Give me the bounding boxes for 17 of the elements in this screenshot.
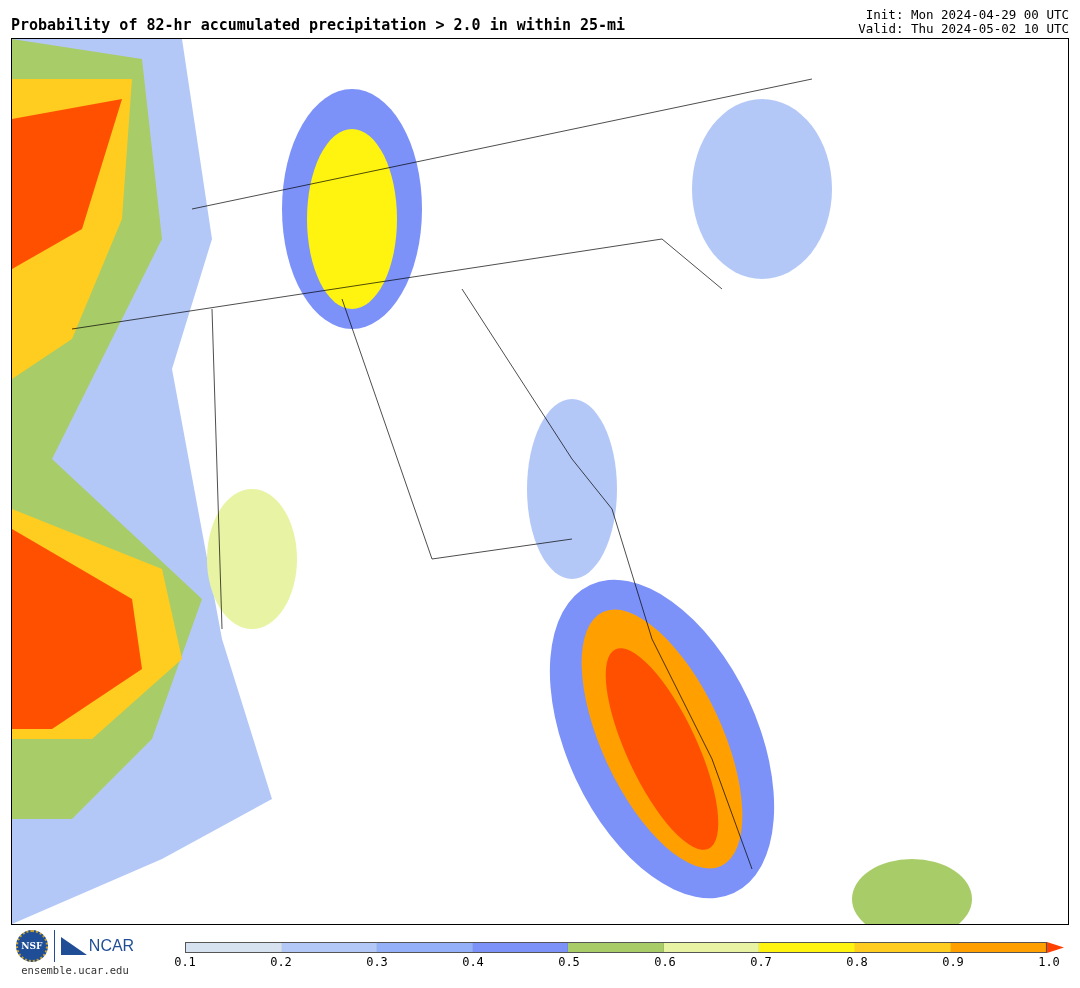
ncar-logo-icon — [60, 937, 87, 955]
tick-label: 0.9 — [941, 955, 965, 969]
init-time: Init: Mon 2024-04-29 00 UTC — [865, 8, 1069, 22]
tick-label: 0.7 — [749, 955, 773, 969]
tick-label: 0.5 — [557, 955, 581, 969]
ncar-logo-text: NCAR — [88, 937, 135, 955]
tick-label: 0.6 — [653, 955, 677, 969]
tick-label: 0.3 — [365, 955, 389, 969]
tick-label: 0.2 — [269, 955, 293, 969]
nsf-logo: NSF — [15, 930, 48, 962]
valid-time: Valid: Thu 2024-05-02 10 UTC — [858, 22, 1069, 36]
tick-label: 0.1 — [173, 955, 197, 969]
chart-title: Probability of 82-hr accumulated precipitation > 2.0 in within 25-mi — [11, 16, 626, 36]
tick-label: 1.0 — [1037, 955, 1061, 969]
site-url: ensemble.ucar.edu — [21, 964, 129, 976]
tick-label: 0.4 — [461, 955, 485, 969]
tick-label: 0.8 — [845, 955, 869, 969]
